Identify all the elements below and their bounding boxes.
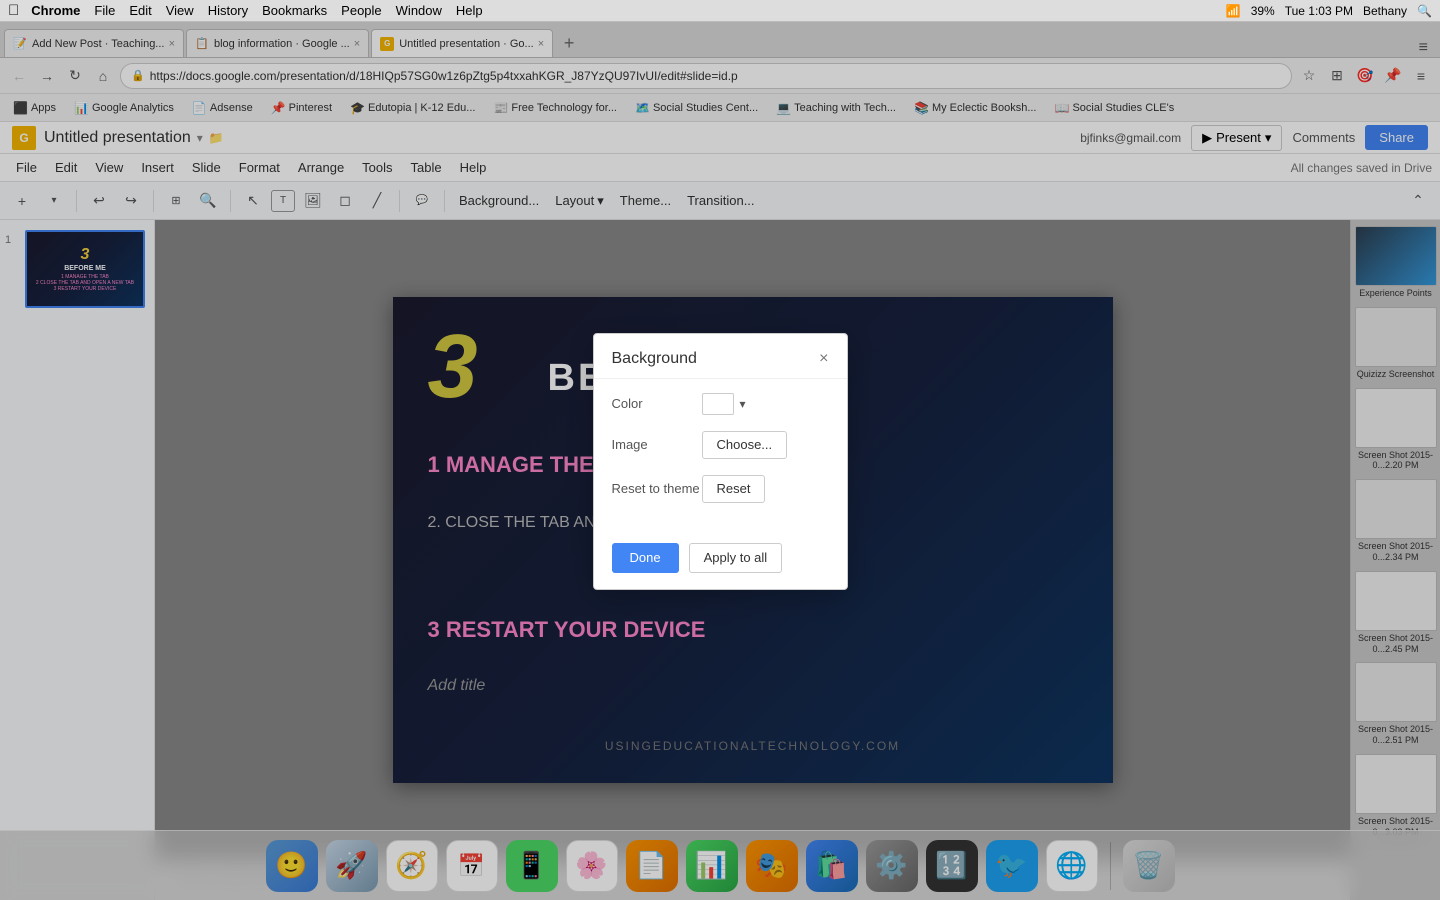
done-button[interactable]: Done <box>612 543 679 573</box>
search-icon[interactable]: 🔍 <box>1417 4 1432 18</box>
window-menu[interactable]: Window <box>396 3 442 18</box>
modal-body: Color ▾ Image Choose... Reset to theme R… <box>594 379 847 533</box>
choose-image-button[interactable]: Choose... <box>702 431 788 459</box>
edit-menu[interactable]: Edit <box>129 3 151 18</box>
color-row: Color ▾ <box>612 393 829 415</box>
color-picker-swatch[interactable] <box>702 393 734 415</box>
color-dropdown-arrow[interactable]: ▾ <box>740 397 746 411</box>
view-menu[interactable]: View <box>166 3 194 18</box>
history-menu[interactable]: History <box>208 3 248 18</box>
modal-title: Background <box>612 350 697 368</box>
modal-footer: Done Apply to all <box>594 533 847 589</box>
modal-close-button[interactable]: × <box>819 350 828 368</box>
people-menu[interactable]: People <box>341 3 381 18</box>
image-row: Image Choose... <box>612 431 829 459</box>
bookmarks-menu[interactable]: Bookmarks <box>262 3 327 18</box>
menubar-right: 📶 39% Tue 1:03 PM Bethany 🔍 <box>1226 4 1432 18</box>
apply-to-all-button[interactable]: Apply to all <box>689 543 783 573</box>
color-label: Color <box>612 396 702 411</box>
mac-menubar:  Chrome File Edit View History Bookmark… <box>0 0 1440 22</box>
file-menu[interactable]: File <box>94 3 115 18</box>
wifi-icon: 📶 <box>1226 4 1241 18</box>
background-modal: Background × Color ▾ Image Choose... Res… <box>593 333 848 590</box>
image-label: Image <box>612 437 702 452</box>
reset-button[interactable]: Reset <box>702 475 766 503</box>
modal-overlay[interactable]: Background × Color ▾ Image Choose... Res… <box>0 22 1440 900</box>
modal-header: Background × <box>594 334 847 379</box>
chrome-menu[interactable]: Chrome <box>31 3 80 18</box>
reset-row: Reset to theme Reset <box>612 475 829 503</box>
clock: Tue 1:03 PM <box>1285 4 1353 18</box>
apple-menu[interactable]:  <box>8 2 19 19</box>
help-menu[interactable]: Help <box>456 3 483 18</box>
color-picker-group: ▾ <box>702 393 746 415</box>
battery-status: 39% <box>1251 4 1275 18</box>
reset-to-theme-label: Reset to theme <box>612 481 702 496</box>
user-name: Bethany <box>1363 4 1407 18</box>
